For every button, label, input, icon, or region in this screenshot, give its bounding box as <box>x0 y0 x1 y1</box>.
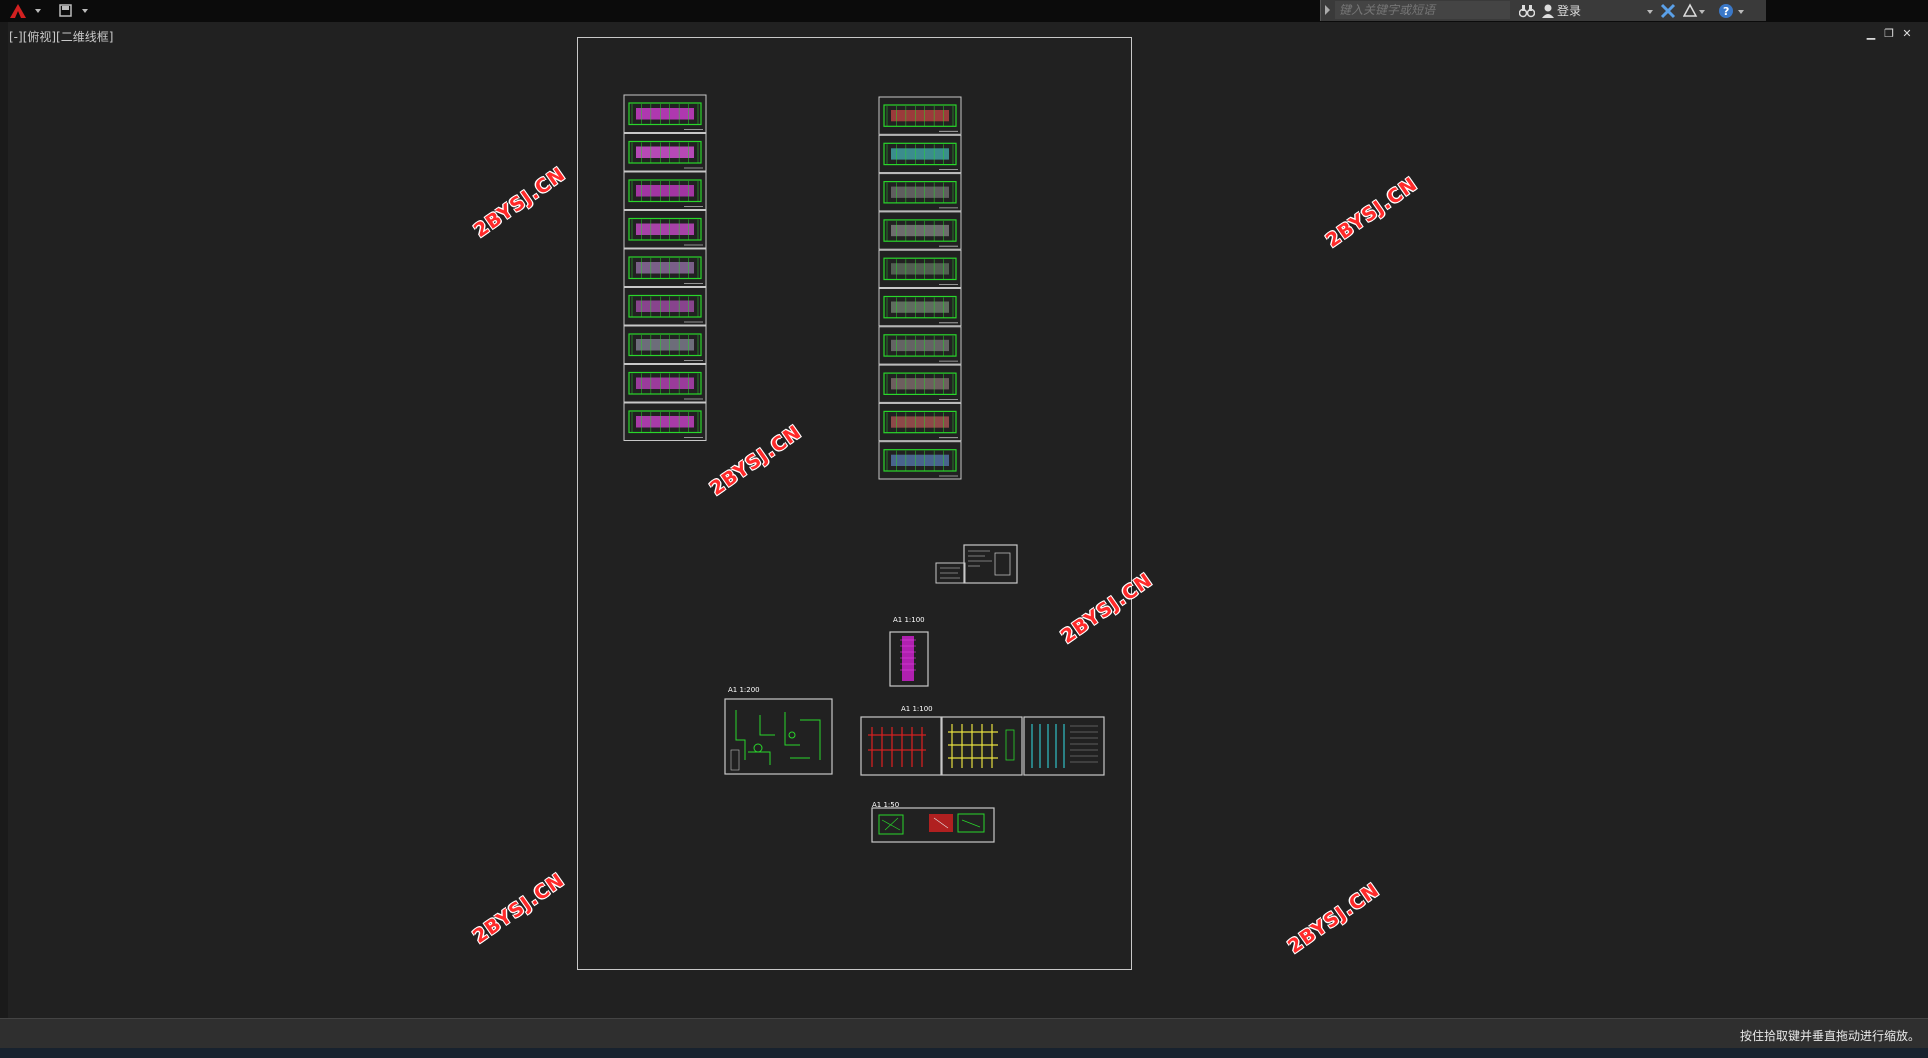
scale-label-site-plan: A1 1:200 <box>728 686 760 694</box>
floor-plan-sheet <box>623 171 707 210</box>
floor-plan-sheet <box>878 96 962 135</box>
floor-plan-column-left <box>623 94 707 441</box>
elevation-sheet <box>889 631 929 687</box>
taskbar-strip <box>0 1048 1928 1058</box>
floor-plan-sheet <box>878 326 962 365</box>
scale-label-elevation: A1 1:100 <box>893 616 925 624</box>
scale-label-section-sheets: A1 1:100 <box>901 705 933 713</box>
floor-plan-sheet <box>623 94 707 133</box>
site-plan-sheet <box>724 698 833 775</box>
status-bar: 按住拾取键并垂直拖动进行缩放。 <box>0 1018 1928 1049</box>
detail-sheet <box>871 807 995 843</box>
floor-plan-sheet <box>878 249 962 288</box>
floor-plan-column-right <box>878 96 962 480</box>
floor-plan-sheet <box>878 402 962 442</box>
cad-drawing-canvas[interactable]: A1 1:100 A1 1:200 A1 1:100 A1 1:50 <box>0 0 1928 1058</box>
status-message: 按住拾取键并垂直拖动进行缩放。 <box>1739 1029 1920 1043</box>
floor-plan-sheet <box>623 364 707 403</box>
small-notes-sheets <box>935 544 1018 584</box>
floor-plan-sheet <box>623 287 707 326</box>
floor-plan-sheet <box>623 210 707 249</box>
section-sheets-row <box>860 716 1105 776</box>
floor-plan-sheet <box>878 211 962 250</box>
floor-plan-sheet <box>623 325 707 364</box>
floor-plan-sheet <box>623 402 707 441</box>
floor-plan-sheet <box>623 133 707 172</box>
floor-plan-sheet <box>623 248 707 287</box>
floor-plan-sheet <box>878 173 962 212</box>
floor-plan-sheet <box>878 134 962 174</box>
floor-plan-sheet <box>878 288 962 327</box>
floor-plan-sheet <box>878 364 962 403</box>
floor-plan-sheet <box>878 441 962 480</box>
